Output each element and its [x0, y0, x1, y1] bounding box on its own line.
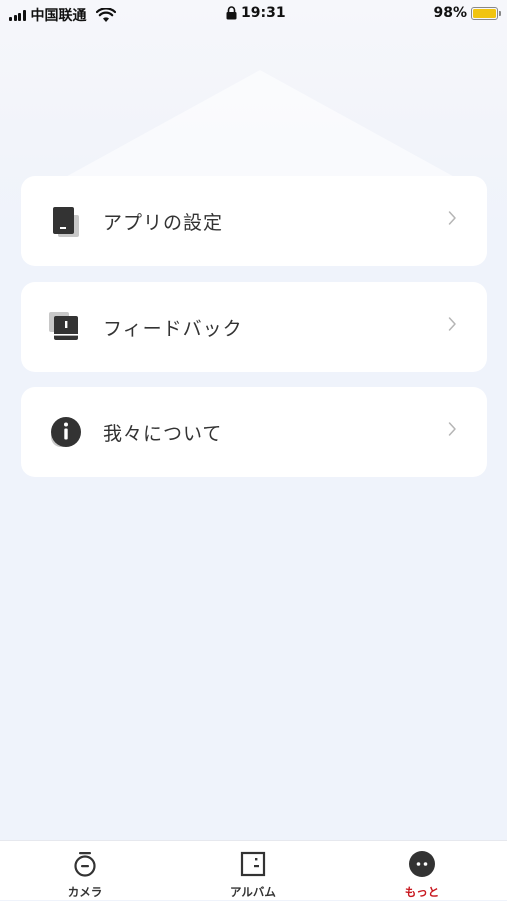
- app-settings-icon: [53, 207, 79, 237]
- lock-icon: [226, 6, 237, 20]
- chevron-right-icon: [448, 422, 456, 436]
- status-bar-left: 中国联通: [9, 5, 116, 25]
- status-bar-right: 98%: [433, 5, 501, 21]
- menu-item-feedback[interactable]: フィードバック: [21, 282, 487, 372]
- camera-icon: [74, 852, 96, 877]
- clock-time: 19:31: [241, 5, 286, 21]
- bottom-tab-bar: カメラ アルバム もっと: [0, 840, 507, 900]
- background-decoration: [60, 70, 460, 180]
- menu-item-app-settings[interactable]: アプリの設定: [21, 176, 487, 266]
- tab-album[interactable]: アルバム: [193, 841, 313, 901]
- tab-more[interactable]: もっと: [362, 841, 482, 901]
- album-icon: [240, 851, 266, 877]
- wifi-icon: [95, 7, 116, 22]
- feedback-icon: [49, 312, 78, 340]
- tab-label: もっと: [404, 885, 440, 899]
- info-icon: [51, 417, 81, 447]
- status-bar-center: 19:31: [226, 5, 286, 21]
- signal-icon: [9, 9, 26, 21]
- menu-item-label: 我々について: [103, 423, 223, 445]
- battery-icon: [471, 6, 501, 20]
- tab-label: カメラ: [67, 885, 103, 899]
- tab-label: アルバム: [230, 885, 276, 899]
- tab-camera[interactable]: カメラ: [25, 841, 145, 901]
- battery-percent: 98%: [433, 5, 467, 21]
- carrier-name: 中国联通: [30, 8, 87, 24]
- more-icon: [409, 851, 435, 877]
- chevron-right-icon: [448, 317, 456, 331]
- menu-item-about-us[interactable]: 我々について: [21, 387, 487, 477]
- menu-item-label: アプリの設定: [103, 212, 224, 234]
- status-bar: 中国联通 19:31 98%: [0, 0, 507, 28]
- battery-level-fill: [473, 8, 496, 18]
- chevron-right-icon: [448, 211, 456, 225]
- menu-item-label: フィードバック: [103, 318, 243, 340]
